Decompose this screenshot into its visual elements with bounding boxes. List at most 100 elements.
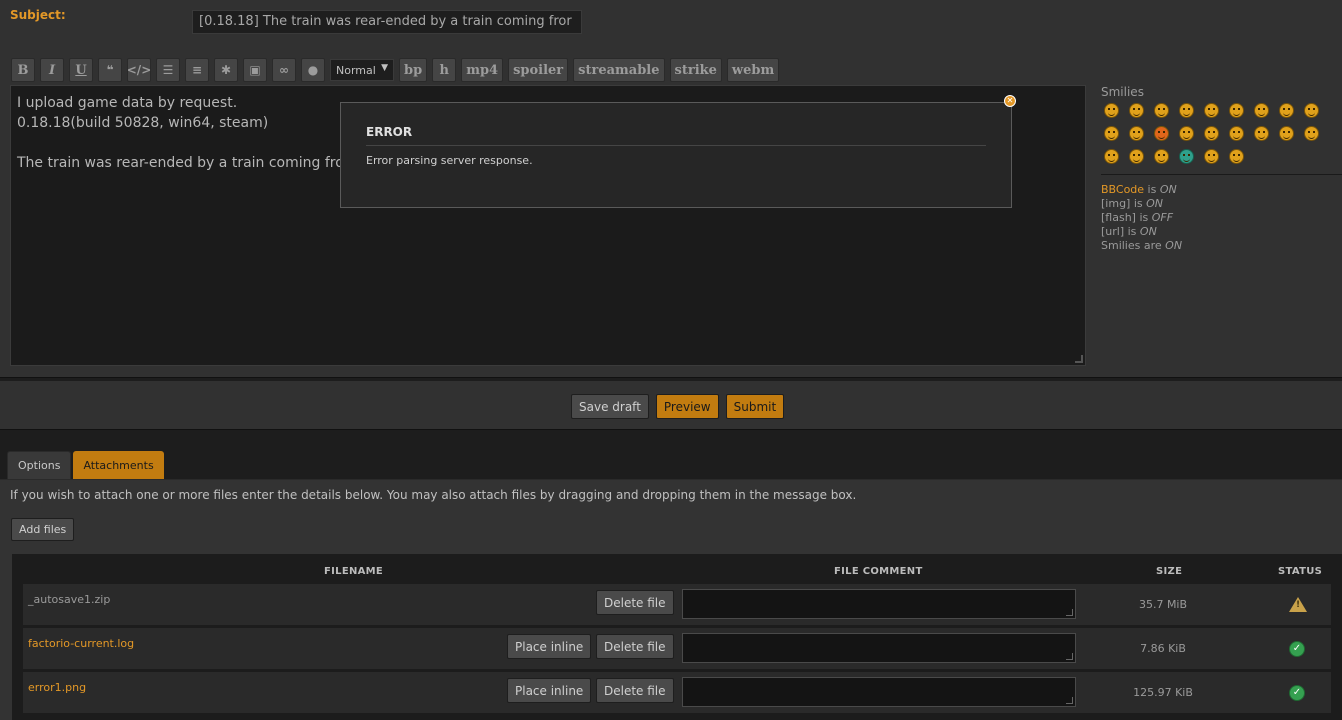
font-size-select[interactable]: Normal ▼ — [330, 59, 394, 81]
table-row: _autosave1.zip Delete file 35.7 MiB ! — [23, 584, 1331, 626]
file-size: 7.86 KiB — [1140, 642, 1186, 655]
smiley-icon[interactable] — [1254, 126, 1269, 141]
bbcode-webm-button[interactable]: webm — [726, 58, 780, 82]
post-editor-page: Subject: [0.18.18] The train was rear-en… — [0, 0, 1342, 720]
smiley-icon[interactable] — [1104, 103, 1119, 118]
smilies-status-line: Smilies are ON — [1101, 239, 1341, 253]
quote-icon[interactable]: ❝ — [98, 58, 122, 82]
bbcode-mp4-button[interactable]: mp4 — [461, 58, 504, 82]
table-row: error1.png Place inline Delete file 125.… — [23, 672, 1331, 714]
file-comment-input[interactable] — [682, 633, 1076, 663]
list-icon[interactable]: ☰ — [156, 58, 180, 82]
url-status-value: ON — [1139, 225, 1157, 238]
smilies-status-value: ON — [1165, 239, 1183, 252]
smiley-icon[interactable] — [1154, 126, 1169, 141]
attachments-help-text: If you wish to attach one or more files … — [10, 488, 857, 502]
submit-button[interactable]: Submit — [725, 394, 785, 419]
preview-button[interactable]: Preview — [655, 394, 719, 419]
smiley-grid — [1101, 103, 1341, 164]
smiley-icon[interactable] — [1204, 126, 1219, 141]
smilies-status-text: Smilies are — [1101, 239, 1166, 252]
resize-grip-icon[interactable] — [1075, 355, 1083, 363]
bbcode-link[interactable]: BBCode — [1101, 183, 1144, 196]
code-icon[interactable]: </> — [127, 58, 151, 82]
file-name-link[interactable]: error1.png — [28, 681, 86, 694]
attachments-panel: If you wish to attach one or more files … — [0, 479, 1342, 720]
link-icon[interactable]: ∞ — [272, 58, 296, 82]
error-message: Error parsing server response. — [366, 154, 533, 167]
status-header: STATUS — [1278, 566, 1323, 577]
flash-status-line: [flash] is OFF — [1101, 211, 1341, 225]
smiley-icon[interactable] — [1179, 149, 1194, 164]
file-size: 125.97 KiB — [1133, 686, 1193, 699]
subject-input[interactable]: [0.18.18] The train was rear-ended by a … — [192, 10, 582, 34]
underline-button[interactable]: U — [69, 58, 93, 82]
font-size-value: Normal — [336, 63, 376, 77]
bbcode-bp-button[interactable]: bp — [399, 58, 428, 82]
smiley-icon[interactable] — [1304, 103, 1319, 118]
bbcode-strike-button[interactable]: strike — [669, 58, 722, 82]
smiley-icon[interactable] — [1129, 149, 1144, 164]
check-icon: ✓ — [1289, 641, 1305, 657]
delete-file-button[interactable]: Delete file — [596, 634, 674, 659]
bbcode-h-button[interactable]: h — [432, 58, 457, 82]
smiley-icon[interactable] — [1304, 126, 1319, 141]
smiley-icon[interactable] — [1279, 126, 1294, 141]
file-comment-header: FILE COMMENT — [834, 566, 923, 577]
flash-status-value: OFF — [1151, 211, 1174, 224]
list-item-icon[interactable]: ✱ — [214, 58, 238, 82]
smiley-icon[interactable] — [1179, 103, 1194, 118]
error-dialog: ERROR Error parsing server response. — [340, 102, 1012, 208]
image-icon[interactable]: ▣ — [243, 58, 267, 82]
img-status-text: [img] is — [1101, 197, 1147, 210]
error-title: ERROR — [366, 125, 986, 146]
smiley-icon[interactable] — [1104, 126, 1119, 141]
size-header: SIZE — [1156, 566, 1183, 577]
file-comment-input[interactable] — [682, 589, 1076, 619]
bold-button[interactable]: B — [11, 58, 35, 82]
smiley-icon[interactable] — [1229, 103, 1244, 118]
smiley-icon[interactable] — [1154, 149, 1169, 164]
smiley-icon[interactable] — [1229, 149, 1244, 164]
smiley-icon[interactable] — [1279, 103, 1294, 118]
file-name-link[interactable]: factorio-current.log — [28, 637, 134, 650]
smiley-icon[interactable] — [1204, 103, 1219, 118]
table-row: factorio-current.log Place inline Delete… — [23, 628, 1331, 670]
tab-attachments[interactable]: Attachments — [73, 451, 164, 479]
italic-button[interactable]: I — [40, 58, 64, 82]
smiley-icon[interactable] — [1129, 126, 1144, 141]
file-name: _autosave1.zip — [28, 593, 111, 606]
url-status-text: [url] is — [1101, 225, 1140, 238]
divider — [1101, 174, 1342, 175]
smiley-icon[interactable] — [1104, 149, 1119, 164]
smiley-icon[interactable] — [1254, 103, 1269, 118]
bbcode-status-text: is — [1144, 183, 1160, 196]
place-inline-button[interactable]: Place inline — [507, 634, 592, 659]
editor-tabs: Options Attachments — [7, 451, 164, 479]
smiley-icon[interactable] — [1204, 149, 1219, 164]
smiley-icon[interactable] — [1154, 103, 1169, 118]
tab-options[interactable]: Options — [7, 451, 72, 479]
delete-file-button[interactable]: Delete file — [596, 590, 674, 615]
flash-status-text: [flash] is — [1101, 211, 1152, 224]
smiley-icon[interactable] — [1229, 126, 1244, 141]
smilies-title: Smilies — [1101, 85, 1144, 99]
submit-panel: Save draft Preview Submit — [0, 381, 1342, 430]
close-icon[interactable]: ✕ — [1004, 95, 1016, 107]
bbcode-spoiler-button[interactable]: spoiler — [508, 58, 569, 82]
place-inline-button[interactable]: Place inline — [507, 678, 592, 703]
formatting-toolbar: B I U ❝ </> ☰ ≡ ✱ ▣ ∞ ● Normal ▼ bp h mp… — [11, 58, 780, 82]
chevron-down-icon: ▼ — [381, 63, 388, 73]
file-comment-input[interactable] — [682, 677, 1076, 707]
bbcode-streamable-button[interactable]: streamable — [573, 58, 665, 82]
check-icon: ✓ — [1289, 685, 1305, 701]
smiley-icon[interactable] — [1129, 103, 1144, 118]
color-drop-icon[interactable]: ● — [301, 58, 325, 82]
smiley-icon[interactable] — [1179, 126, 1194, 141]
delete-file-button[interactable]: Delete file — [596, 678, 674, 703]
add-files-button[interactable]: Add files — [11, 518, 75, 541]
bbcode-status-value: ON — [1159, 183, 1177, 196]
save-draft-button[interactable]: Save draft — [571, 394, 649, 419]
ordered-list-icon[interactable]: ≡ — [185, 58, 209, 82]
img-status-value: ON — [1146, 197, 1164, 210]
